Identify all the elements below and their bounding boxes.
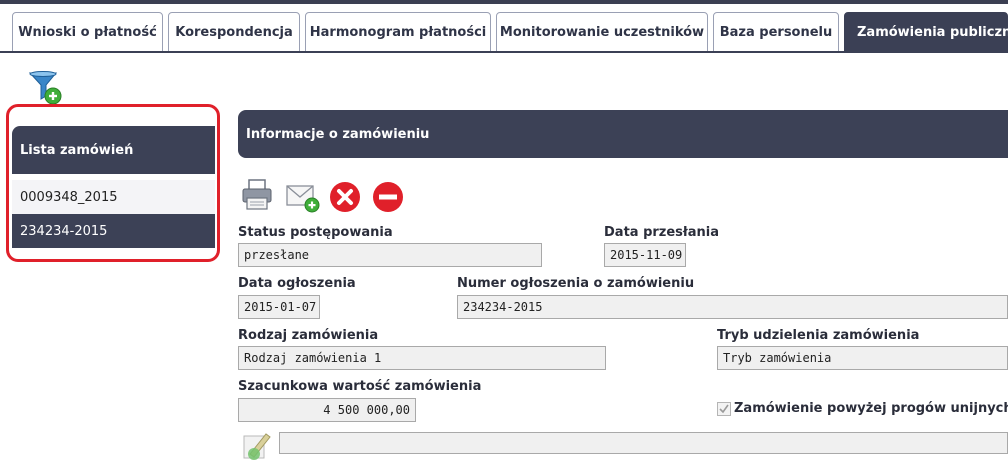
filter-add-icon[interactable]	[28, 70, 64, 106]
section-title: Informacje o zamówieniu	[238, 110, 1008, 158]
tab-zamowienia-publiczne[interactable]: Zamówienia publiczne	[844, 12, 1008, 52]
procedure-label: Tryb udzielenia zamówienia	[717, 328, 920, 343]
tab-baza-personelu[interactable]: Baza personelu	[713, 12, 839, 52]
remove-icon[interactable]	[371, 180, 405, 214]
tab-monitorowanie-uczestnikow[interactable]: Monitorowanie uczestników	[496, 12, 708, 52]
sidebar-item-0009348-2015[interactable]: 0009348_2015	[12, 180, 215, 214]
attachment-field[interactable]	[279, 432, 1008, 454]
eu-threshold-checkbox[interactable]	[717, 402, 731, 416]
tab-korespondencja[interactable]: Korespondencja	[168, 12, 300, 52]
announcement-number-label: Numer ogłoszenia o zamówieniu	[457, 276, 695, 291]
mail-add-icon[interactable]	[285, 180, 321, 214]
estimated-value-field[interactable]: 4 500 000,00	[238, 398, 416, 422]
eu-threshold-label: Zamówienie powyżej progów unijnych	[734, 401, 1008, 416]
date-announced-label: Data ogłoszenia	[238, 276, 356, 291]
date-announced-field[interactable]: 2015-01-07	[238, 295, 320, 319]
tab-wnioski-o-platnosc[interactable]: Wnioski o płatność	[12, 12, 163, 52]
checkmark-icon	[719, 404, 729, 414]
sidebar-title: Lista zamówień	[12, 126, 215, 174]
tab-underline	[0, 51, 1008, 53]
top-border	[0, 0, 1008, 4]
attachment-edit-icon[interactable]	[240, 428, 274, 460]
print-icon[interactable]	[240, 178, 274, 212]
order-type-field[interactable]: Rodzaj zamówienia 1	[238, 346, 606, 370]
estimated-value-label: Szacunkowa wartość zamówienia	[238, 379, 482, 394]
status-label: Status postępowania	[238, 225, 393, 240]
delete-icon[interactable]	[328, 180, 362, 214]
procedure-field[interactable]: Tryb zamówienia	[717, 346, 1008, 370]
tab-harmonogram-platnosci[interactable]: Harmonogram płatności	[305, 12, 491, 52]
sidebar-item-234234-2015[interactable]: 234234-2015	[12, 214, 215, 248]
date-sent-label: Data przesłania	[604, 225, 719, 240]
status-field[interactable]: przesłane	[238, 243, 542, 267]
order-type-label: Rodzaj zamówienia	[238, 328, 379, 343]
date-sent-field[interactable]: 2015-11-09	[604, 243, 686, 267]
announcement-number-field[interactable]: 234234-2015	[457, 295, 1008, 319]
